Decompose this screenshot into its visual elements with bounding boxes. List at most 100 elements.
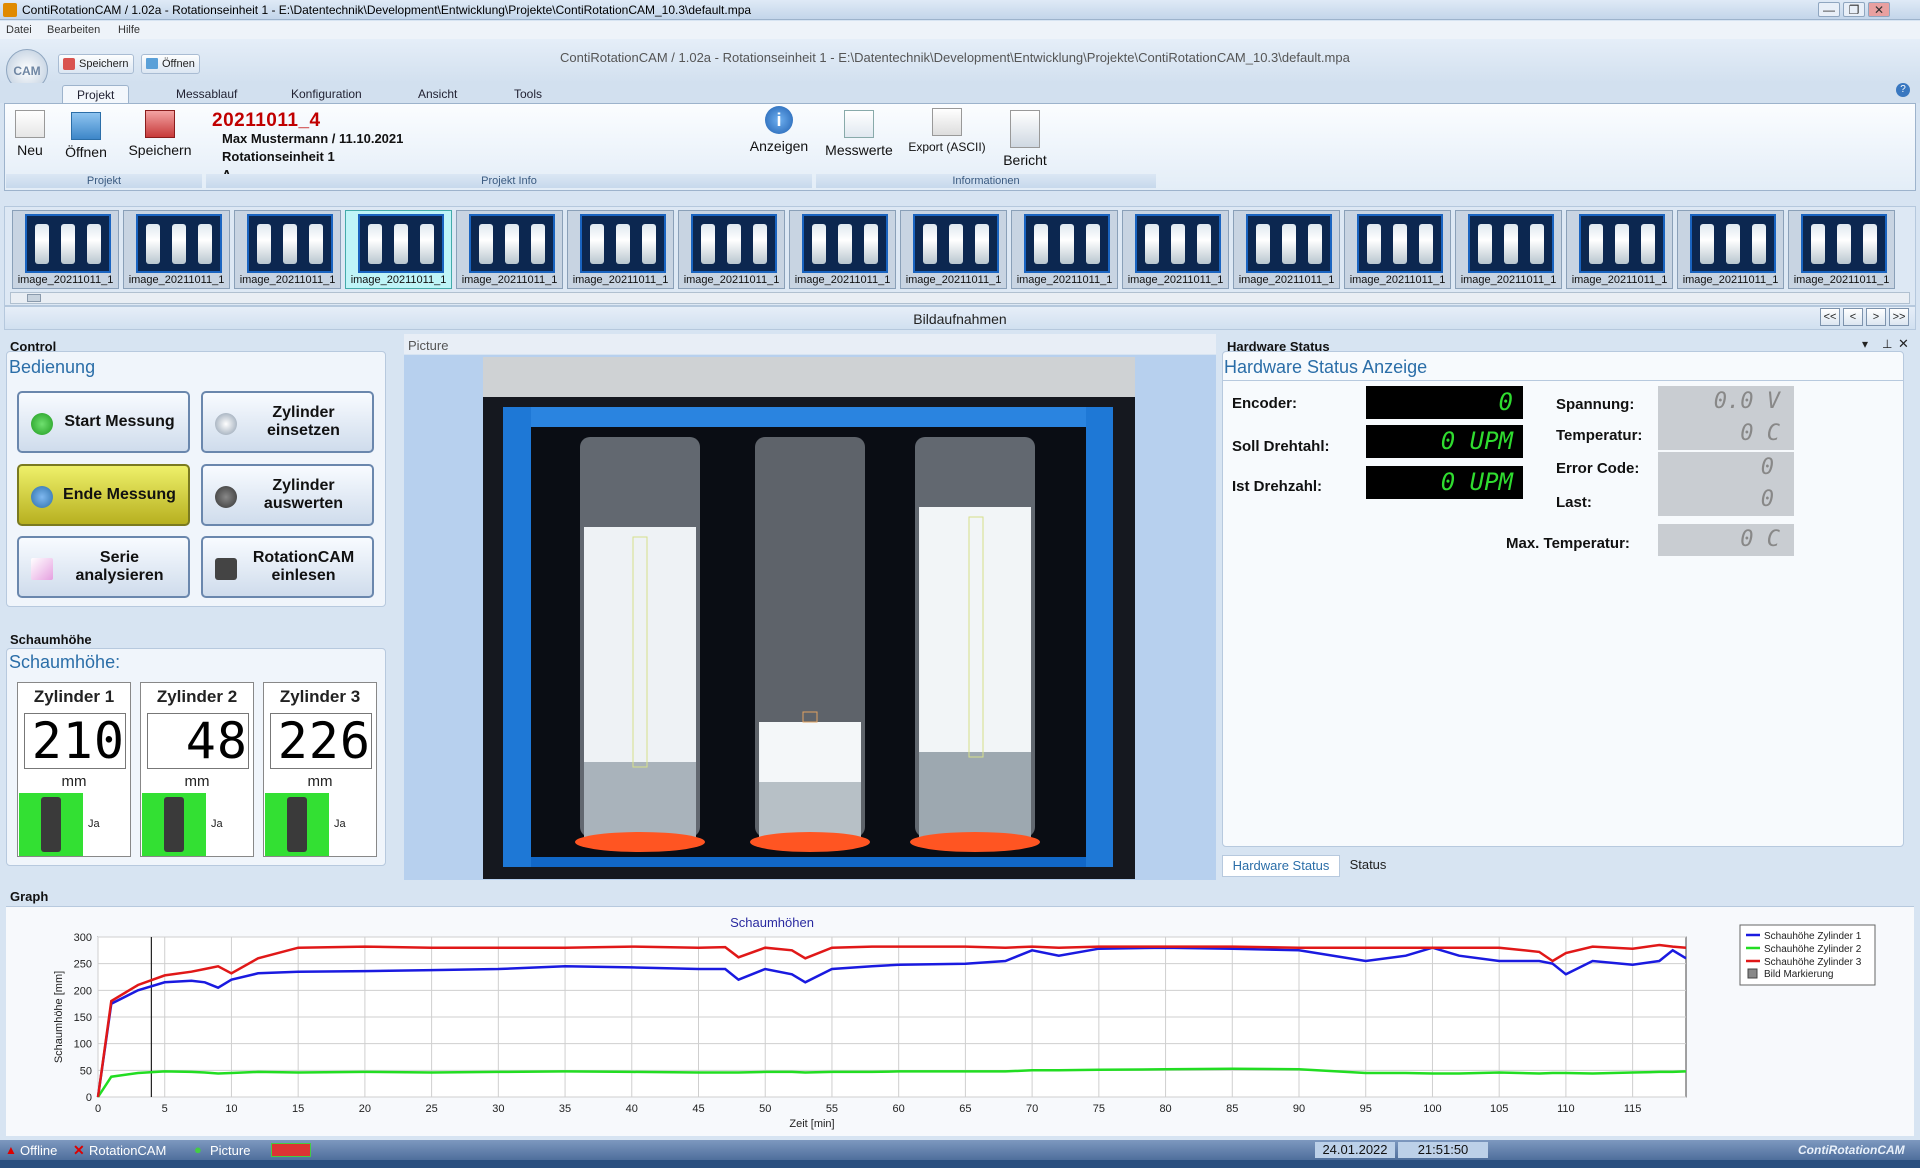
open-folder-icon bbox=[71, 112, 101, 140]
cylinder-1-card: Zylinder 1 210 mm Ja bbox=[17, 682, 131, 857]
project-user: Max Mustermann / 11.10.2021 bbox=[222, 131, 404, 146]
y-tick-label: 250 bbox=[74, 959, 92, 971]
tab-status[interactable]: Status bbox=[1342, 855, 1394, 877]
thumbnail-item[interactable]: image_20211011_1 bbox=[456, 210, 563, 289]
tab-projekt[interactable]: Projekt bbox=[62, 85, 130, 103]
open-button[interactable]: Öffnen bbox=[60, 112, 112, 160]
legend-swatch-marker bbox=[1747, 968, 1758, 979]
thumbnail-image bbox=[691, 214, 777, 273]
thumbnail-item[interactable]: image_20211011_1 bbox=[567, 210, 674, 289]
next-image-button[interactable]: > bbox=[1866, 308, 1886, 326]
start-measurement-label: Start Messung bbox=[64, 413, 175, 430]
measured-values-button[interactable]: Messwerte bbox=[822, 110, 896, 158]
new-button[interactable]: Neu bbox=[10, 110, 50, 158]
cylinder-2-indicator bbox=[142, 793, 206, 856]
tab-ansicht[interactable]: Ansicht bbox=[404, 85, 471, 103]
quick-open-button[interactable]: Öffnen bbox=[141, 54, 200, 74]
ist-display: 0 UPM bbox=[1366, 466, 1523, 499]
measured-values-label: Messwerte bbox=[825, 142, 893, 158]
cylinder-2-value: 48 bbox=[147, 713, 249, 769]
cylinder-2-name: Zylinder 2 bbox=[156, 687, 238, 706]
thumbnail-label: image_20211011_1 bbox=[1349, 274, 1446, 286]
thumbnail-item[interactable]: image_20211011_1 bbox=[1122, 210, 1229, 289]
camera-lens-icon bbox=[215, 486, 237, 508]
thumbnail-label: image_20211011_1 bbox=[1571, 274, 1668, 286]
tab-hardware-status[interactable]: Hardware Status bbox=[1222, 855, 1340, 877]
tab-messablauf[interactable]: Messablauf bbox=[162, 85, 251, 103]
max-temperatur-display: 0 C bbox=[1658, 524, 1794, 556]
x-tick-label: 60 bbox=[893, 1103, 905, 1115]
pin-icon[interactable]: ⊥ bbox=[1882, 337, 1892, 351]
save-label: Speichern bbox=[128, 142, 192, 158]
last-image-button[interactable]: >> bbox=[1889, 308, 1909, 326]
save-disk-icon bbox=[145, 110, 175, 138]
thumbnail-item[interactable]: image_20211011_1 bbox=[234, 210, 341, 289]
report-button[interactable]: Bericht bbox=[996, 110, 1054, 168]
thumbnail-item[interactable]: image_20211011_1 bbox=[123, 210, 230, 289]
show-label: Anzeigen bbox=[749, 138, 809, 154]
start-measurement-button[interactable]: Start Messung bbox=[17, 391, 190, 453]
camera-icon bbox=[215, 558, 237, 580]
thumbnail-item[interactable]: image_20211011_1 bbox=[1233, 210, 1340, 289]
quick-save-button[interactable]: Speichern bbox=[58, 54, 134, 74]
window-title: ContiRotationCAM / 1.02a - Rotationseinh… bbox=[22, 3, 752, 17]
status-offline: Offline bbox=[20, 1143, 58, 1158]
legend-label-marker: Bild Markierung bbox=[1764, 969, 1833, 980]
thumbnail-scrollbar[interactable] bbox=[10, 292, 1910, 304]
first-image-button[interactable]: << bbox=[1820, 308, 1840, 326]
chart-icon bbox=[31, 558, 53, 580]
thumbnail-image bbox=[25, 214, 111, 273]
legend-label-2: Schauhöhe Zylinder 2 bbox=[1764, 944, 1862, 955]
panel-options-icon[interactable]: ▾ bbox=[1862, 337, 1868, 351]
status-signal-indicator bbox=[271, 1143, 311, 1157]
thumbnail-item[interactable]: image_20211011_1 bbox=[678, 210, 785, 289]
panel-close-icon[interactable]: ✕ bbox=[1898, 336, 1909, 352]
scrollbar-thumb[interactable] bbox=[27, 294, 41, 302]
minimize-button[interactable]: — bbox=[1818, 2, 1840, 17]
thumbnail-item[interactable]: image_20211011_1 bbox=[1677, 210, 1784, 289]
cylinder-3-unit: mm bbox=[307, 773, 333, 790]
thumbnail-item[interactable]: image_20211011_1 bbox=[1566, 210, 1673, 289]
end-measurement-button[interactable]: Ende Messung bbox=[17, 464, 190, 526]
menu-datei[interactable]: Datei bbox=[6, 24, 32, 36]
analyze-series-button[interactable]: Serie analysieren bbox=[17, 536, 190, 598]
prev-image-button[interactable]: < bbox=[1843, 308, 1863, 326]
load-rotationcam-label: RotationCAM einlesen bbox=[252, 549, 355, 584]
thumbnail-label: image_20211011_1 bbox=[1016, 274, 1113, 286]
thumbnail-item[interactable]: image_20211011_1 bbox=[1344, 210, 1451, 289]
report-icon bbox=[1010, 110, 1040, 148]
thumbnail-item[interactable]: image_20211011_1 bbox=[12, 210, 119, 289]
load-rotationcam-button[interactable]: RotationCAM einlesen bbox=[201, 536, 374, 598]
soll-display: 0 UPM bbox=[1366, 425, 1523, 458]
restore-button[interactable]: ❐ bbox=[1843, 2, 1865, 17]
thumbnail-item[interactable]: image_20211011_1 bbox=[900, 210, 1007, 289]
menu-bearbeiten[interactable]: Bearbeiten bbox=[47, 24, 100, 36]
tab-tools[interactable]: Tools bbox=[500, 85, 556, 103]
project-unit: Rotationseinheit 1 bbox=[222, 149, 335, 164]
thumbnail-item[interactable]: image_20211011_1 bbox=[1455, 210, 1562, 289]
thumbnail-item[interactable]: image_20211011_1 bbox=[789, 210, 896, 289]
x-tick-label: 110 bbox=[1557, 1103, 1575, 1115]
cylinder-1-indicator bbox=[19, 793, 83, 856]
quick-save-label: Speichern bbox=[79, 58, 129, 70]
thumbnail-item[interactable]: image_20211011_1 bbox=[1788, 210, 1895, 289]
x-tick-label: 80 bbox=[1159, 1103, 1171, 1115]
thumbnail-image bbox=[802, 214, 888, 273]
y-axis-label: Schaumhöhe [mm] bbox=[53, 971, 65, 1063]
tab-konfiguration[interactable]: Konfiguration bbox=[277, 85, 376, 103]
menu-bar: Datei Bearbeiten Hilfe bbox=[0, 21, 1920, 39]
save-button[interactable]: Speichern bbox=[122, 110, 198, 158]
export-ascii-button[interactable]: Export (ASCII) bbox=[906, 108, 988, 154]
menu-hilfe[interactable]: Hilfe bbox=[118, 24, 140, 36]
thumbnail-item[interactable]: image_20211011_1 bbox=[345, 210, 452, 289]
evaluate-cylinder-button[interactable]: Zylinder auswerten bbox=[201, 464, 374, 526]
thumbnail-item[interactable]: image_20211011_1 bbox=[1011, 210, 1118, 289]
status-date: 24.01.2022 bbox=[1315, 1142, 1395, 1158]
close-button[interactable]: ✕ bbox=[1868, 2, 1890, 17]
help-icon[interactable]: ? bbox=[1896, 83, 1910, 97]
y-tick-label: 50 bbox=[80, 1065, 92, 1077]
insert-cylinder-button[interactable]: Zylinder einsetzen bbox=[201, 391, 374, 453]
cylinder-2-icon bbox=[164, 797, 184, 852]
spannung-label: Spannung: bbox=[1556, 396, 1635, 413]
show-button[interactable]: i Anzeigen bbox=[744, 106, 814, 154]
